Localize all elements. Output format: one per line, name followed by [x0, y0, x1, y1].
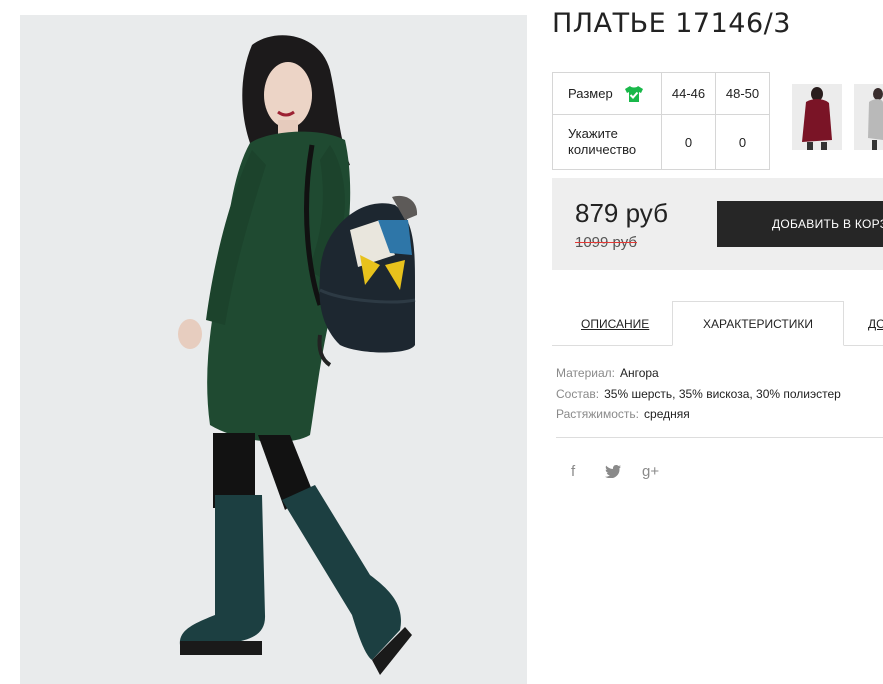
size-quantity-table: Размер 44-46 48-50 Укажите количество 0 …	[552, 72, 770, 170]
spec-value: средняя	[644, 407, 690, 421]
tshirt-check-icon[interactable]	[624, 85, 644, 103]
spec-value: Ангора	[619, 366, 659, 380]
thumbnail-2[interactable]	[854, 84, 883, 150]
add-to-cart-button[interactable]: ДОБАВИТЬ В КОРЗИНУ	[717, 201, 883, 247]
add-to-cart-label: ДОБАВИТЬ В КОРЗИНУ	[772, 217, 883, 231]
google-plus-icon[interactable]: g+	[642, 463, 659, 480]
tab-characteristics-label: ХАРАКТЕРИСТИКИ	[702, 316, 813, 331]
facebook-icon[interactable]: f	[571, 463, 575, 480]
thumbnail-1[interactable]	[792, 84, 842, 150]
product-main-photo[interactable]	[20, 15, 527, 684]
thumbnail-image	[854, 84, 883, 150]
product-specs: Материал: Ангора Состав: 35% шерсть, 35% в…	[556, 363, 841, 425]
size-row: Размер 44-46 48-50	[552, 72, 770, 115]
product-title: ПЛАТЬЕ 17146/3	[552, 8, 791, 39]
size-option-48-50[interactable]: 48-50	[715, 72, 770, 115]
tab-more[interactable]: ДО	[868, 317, 883, 331]
quantity-row: Укажите количество 0 0	[552, 114, 770, 170]
quantity-label-line-1: Укажите	[568, 126, 618, 141]
spec-value: 35% шерсть, 35% вискоза, 30% полиэстер	[604, 386, 841, 401]
spec-material: Материал: Ангора	[556, 363, 841, 384]
thumbnail-image	[792, 84, 842, 150]
size-label-cell: Размер	[552, 72, 662, 115]
twitter-icon[interactable]	[605, 465, 621, 482]
tab-characteristics[interactable]: ХАРАКТЕРИСТИКИ	[672, 301, 844, 346]
spec-key: Материал:	[556, 366, 615, 380]
quantity-label-line-2: количество	[568, 142, 637, 157]
model-illustration	[20, 15, 527, 684]
quantity-label-cell: Укажите количество	[552, 114, 662, 170]
current-price: 879 руб	[575, 198, 668, 228]
quantity-input-48-50[interactable]: 0	[715, 114, 770, 170]
quantity-input-44-46[interactable]: 0	[661, 114, 716, 170]
twitter-bird-shape	[605, 465, 621, 479]
size-label: Размер	[568, 86, 613, 101]
tab-description[interactable]: ОПИСАНИЕ	[581, 317, 649, 331]
spec-stretch: Растяжимость: средняя	[556, 404, 841, 425]
spec-key: Растяжимость:	[556, 407, 640, 421]
size-option-44-46[interactable]: 44-46	[661, 72, 716, 115]
specs-divider	[556, 437, 883, 438]
spec-key: Состав:	[556, 386, 600, 401]
spec-composition: Состав: 35% шерсть, 35% вискоза, 30% поли…	[556, 384, 841, 405]
old-price: 1099 руб	[575, 234, 637, 251]
price-panel: 879 руб 1099 руб ДОБАВИТЬ В КОРЗИНУ	[552, 178, 883, 270]
